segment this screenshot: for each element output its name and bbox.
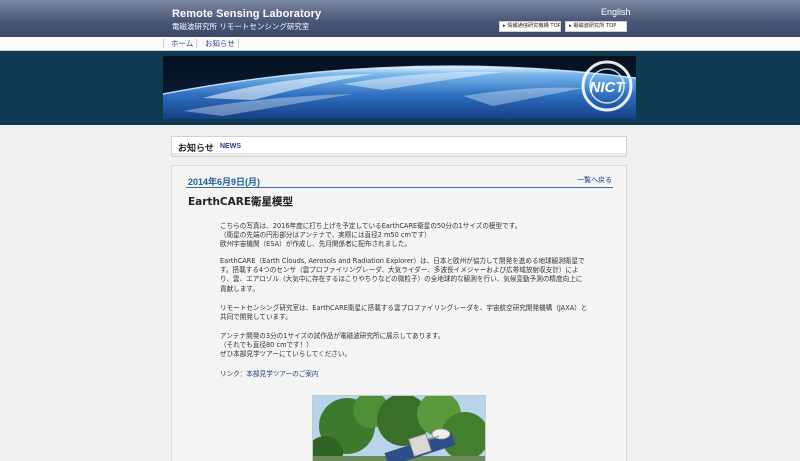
text-line: 共同で開発しています。 bbox=[220, 313, 292, 322]
site-header: Remote Sensing Laboratory 電磁波研究所 リモートセンシ… bbox=[0, 0, 800, 37]
article-panel: 2014年6月9日(月) 一覧へ戻る EarthCARE衛星模型 こちらの写真は… bbox=[171, 165, 627, 461]
banner-image: NICT bbox=[163, 56, 636, 119]
paragraph-lab: リモートセンシング研究室は、EarthCARE衛星に搭載する雲プロファイリングレ… bbox=[220, 304, 615, 322]
section-header: お知らせ NEWS bbox=[171, 136, 627, 157]
text-line: 貢献します。 bbox=[220, 284, 259, 293]
back-to-list-link[interactable]: 一覧へ戻る bbox=[577, 175, 612, 185]
date-divider bbox=[186, 187, 613, 188]
nav-separator bbox=[163, 39, 164, 48]
section-subtitle: NEWS bbox=[220, 143, 241, 150]
nict-top-button[interactable]: ▸ 情報通信研究機構 TOP bbox=[499, 21, 561, 32]
text-line: り、雲、エアロゾル（大気中に存在するほこりやちりなどの微粒子）の全地球的な観測を… bbox=[220, 275, 583, 284]
paragraph-exhibit: アンテナ開発の3分の1サイズの試作品が電磁波研究所に展示してあります。 （それで… bbox=[220, 332, 615, 360]
text-line: 欧州宇宙機関（ESA）が作成し、先月関係者に配布されました。 bbox=[220, 240, 412, 249]
paragraph-earthcare: EarthCARE（Earth Clouds, Aerosols and Rad… bbox=[220, 257, 615, 294]
paragraph-intro: こちらの写真は、2016年度に打ち上げを予定しているEarthCARE衛星の50… bbox=[220, 222, 615, 250]
text-line: EarthCARE（Earth Clouds, Aerosols and Rad… bbox=[220, 257, 585, 265]
text-line: こちらの写真は、2016年度に打ち上げを予定しているEarthCARE衛星の50… bbox=[220, 222, 522, 230]
paragraph-link: リンク：本部見学ツアーのご案内 bbox=[220, 370, 615, 379]
satellite-model-photo bbox=[312, 395, 486, 461]
nav-separator bbox=[196, 39, 197, 48]
site-title[interactable]: Remote Sensing Laboratory bbox=[172, 8, 321, 20]
text-line: アンテナ開発の3分の1サイズの試作品が電磁波研究所に展示してあります。 bbox=[220, 332, 445, 340]
article-title: EarthCARE衛星模型 bbox=[188, 196, 294, 208]
link-prefix: リンク： bbox=[220, 370, 247, 378]
nav-item-home[interactable]: ホーム bbox=[171, 37, 193, 50]
nav-separator bbox=[238, 39, 239, 48]
radio-research-top-button[interactable]: ▸ 電磁波研究所 TOP bbox=[565, 21, 627, 32]
global-nav: ホーム お知らせ bbox=[0, 37, 800, 51]
section-title: お知らせ bbox=[178, 144, 214, 154]
nict-logo-icon: NICT bbox=[581, 60, 633, 112]
text-line: リモートセンシング研究室は、EarthCARE衛星に搭載する雲プロファイリングレ… bbox=[220, 304, 588, 312]
text-line: ぜひ本部見学ツアーにていらしてください。 bbox=[220, 350, 352, 359]
tour-link[interactable]: 本部見学ツアーのご案内 bbox=[246, 370, 318, 378]
english-link[interactable]: English bbox=[601, 7, 631, 17]
site-subtitle: 電磁波研究所 リモートセンシング研究室 bbox=[172, 22, 310, 31]
nict-logo-text: NICT bbox=[590, 79, 627, 96]
nav-item-news[interactable]: お知らせ bbox=[205, 37, 235, 50]
